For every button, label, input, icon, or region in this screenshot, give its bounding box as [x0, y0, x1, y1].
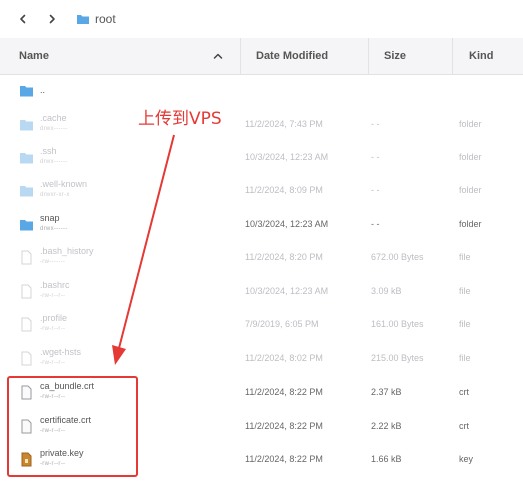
- file-size: 3.09 kB: [371, 286, 402, 296]
- file-date: 11/2/2024, 8:20 PM: [245, 252, 323, 262]
- file-permissions: drwx------: [40, 126, 68, 132]
- forward-button[interactable]: [41, 8, 63, 30]
- breadcrumb[interactable]: root: [76, 9, 116, 29]
- file-row[interactable]: snap drwx------ 10/3/2024, 12:23 AM - - …: [0, 208, 523, 241]
- file-kind: key: [459, 454, 474, 464]
- file-icon: [21, 284, 32, 299]
- file-date: 10/3/2024, 12:23 AM: [245, 152, 329, 162]
- file-size: 672.00 Bytes: [371, 252, 424, 262]
- file-permissions: -rw-------: [40, 259, 66, 265]
- file-kind: file: [459, 353, 471, 363]
- file-row[interactable]: .bashrc -rw-r--r-- 10/3/2024, 12:23 AM 3…: [0, 275, 523, 308]
- file-name: .profile: [40, 313, 68, 323]
- file-size: - -: [371, 219, 380, 229]
- file-size: - -: [371, 119, 380, 129]
- file-name: snap: [40, 213, 60, 223]
- column-divider[interactable]: [240, 38, 241, 74]
- annotation-label: 上传到VPS: [138, 109, 222, 129]
- file-row[interactable]: .cache drwx------ 11/2/2024, 7:43 PM - -…: [0, 108, 523, 141]
- folder-icon: [20, 153, 33, 164]
- file-kind: file: [459, 286, 471, 296]
- file-date: 11/2/2024, 8:02 PM: [245, 353, 323, 363]
- file-name: .bashrc: [40, 280, 70, 290]
- file-row[interactable]: .ssh drwx------ 10/3/2024, 12:23 AM - - …: [0, 141, 523, 174]
- file-kind: folder: [459, 185, 482, 195]
- annotation-highlight-box: [7, 376, 138, 477]
- toolbar: root: [0, 0, 523, 38]
- column-header: Name Date Modified Size Kind: [0, 38, 523, 75]
- file-date: 10/3/2024, 12:23 AM: [245, 219, 329, 229]
- file-icon: [21, 317, 32, 332]
- file-icon: [21, 351, 32, 366]
- file-date: 7/9/2019, 6:05 PM: [245, 319, 319, 329]
- file-size: - -: [371, 185, 380, 195]
- file-size: 2.37 kB: [371, 387, 402, 397]
- sort-ascending-icon[interactable]: [213, 51, 223, 61]
- column-divider[interactable]: [368, 38, 369, 74]
- file-date: 10/3/2024, 12:23 AM: [245, 286, 329, 296]
- file-permissions: -rw-r--r--: [40, 360, 66, 366]
- file-row-parent[interactable]: ..: [0, 74, 523, 107]
- file-permissions: drwx------: [40, 159, 68, 165]
- file-size: 215.00 Bytes: [371, 353, 424, 363]
- folder-icon: [20, 186, 33, 197]
- file-name: .well-known: [40, 179, 88, 189]
- file-name: .ssh: [40, 146, 57, 156]
- file-kind: file: [459, 252, 471, 262]
- file-kind: folder: [459, 152, 482, 162]
- chevron-right-icon: [49, 14, 55, 24]
- folder-icon: [20, 120, 33, 131]
- folder-icon: [20, 86, 33, 97]
- file-icon: [21, 250, 32, 265]
- file-permissions: drwx------: [40, 226, 68, 232]
- file-permissions: -rw-r--r--: [40, 326, 66, 332]
- back-button[interactable]: [12, 8, 34, 30]
- file-kind: folder: [459, 219, 482, 229]
- file-date: 11/2/2024, 8:09 PM: [245, 185, 323, 195]
- folder-icon: [77, 15, 89, 24]
- file-name: ..: [40, 85, 46, 95]
- file-size: 2.22 kB: [371, 421, 402, 431]
- file-kind: file: [459, 319, 471, 329]
- file-date: 11/2/2024, 7:43 PM: [245, 119, 323, 129]
- file-size: 1.66 kB: [371, 454, 402, 464]
- file-row[interactable]: .profile -rw-r--r-- 7/9/2019, 6:05 PM 16…: [0, 308, 523, 341]
- column-name[interactable]: Name: [19, 38, 49, 74]
- file-kind: crt: [459, 421, 469, 431]
- file-date: 11/2/2024, 8:22 PM: [245, 454, 323, 464]
- file-row[interactable]: .well-known drwxr-xr-x 11/2/2024, 8:09 P…: [0, 174, 523, 207]
- file-row[interactable]: .bash_history -rw------- 11/2/2024, 8:20…: [0, 241, 523, 274]
- chevron-left-icon: [20, 14, 26, 24]
- column-size[interactable]: Size: [384, 38, 406, 74]
- folder-icon: [20, 220, 33, 231]
- file-name: .bash_history: [40, 246, 94, 256]
- file-kind: folder: [459, 119, 482, 129]
- file-permissions: -rw-r--r--: [40, 293, 66, 299]
- file-name: .cache: [40, 113, 67, 123]
- column-kind[interactable]: Kind: [469, 38, 493, 74]
- file-row[interactable]: .wget-hsts -rw-r--r-- 11/2/2024, 8:02 PM…: [0, 342, 523, 375]
- breadcrumb-root: root: [95, 12, 116, 26]
- column-divider[interactable]: [452, 38, 453, 74]
- file-permissions: drwxr-xr-x: [40, 192, 70, 198]
- file-date: 11/2/2024, 8:22 PM: [245, 421, 323, 431]
- file-size: 161.00 Bytes: [371, 319, 424, 329]
- column-date-modified[interactable]: Date Modified: [256, 38, 328, 74]
- file-size: - -: [371, 152, 380, 162]
- file-kind: crt: [459, 387, 469, 397]
- file-name: .wget-hsts: [40, 347, 82, 357]
- file-date: 11/2/2024, 8:22 PM: [245, 387, 323, 397]
